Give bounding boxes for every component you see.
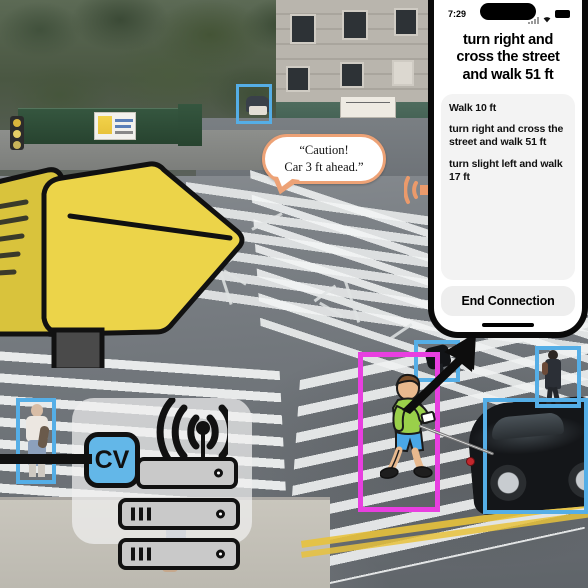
caution-speech-bubble: “Caution! Car 3 ft ahead.” bbox=[262, 134, 386, 197]
street-sign-post bbox=[178, 104, 202, 146]
white-cane-tip bbox=[466, 457, 475, 466]
building-window bbox=[340, 62, 364, 88]
dynamic-island bbox=[480, 3, 536, 20]
navigation-instruction-title: turn right and cross the street and walk… bbox=[456, 32, 560, 83]
server-rack-1 bbox=[136, 457, 238, 489]
camera-to-cv-link bbox=[0, 454, 92, 464]
traffic-light bbox=[10, 116, 24, 150]
building-window bbox=[290, 14, 316, 44]
parking-regulation-sign bbox=[94, 112, 136, 140]
cv-module-chip[interactable]: CV bbox=[84, 432, 140, 488]
navigation-step: turn slight left and walk 17 ft bbox=[449, 157, 563, 183]
detection-box-pedestrian-left[interactable] bbox=[16, 398, 56, 484]
server-rack-2 bbox=[118, 498, 240, 530]
traffic-camera-illustration bbox=[0, 158, 260, 373]
construction-sign bbox=[340, 96, 396, 118]
phone-status-bar: 7:29 bbox=[434, 0, 582, 24]
phone-screen: 7:29 turn right and cross the street and… bbox=[434, 0, 582, 332]
battery-icon bbox=[555, 10, 570, 18]
bubble-line-2: Car 3 ft ahead.” bbox=[284, 160, 364, 174]
building-window bbox=[342, 10, 368, 40]
smartphone-mockup: 7:29 turn right and cross the street and… bbox=[428, 0, 588, 338]
server-rack-3 bbox=[118, 538, 240, 570]
detection-box-vehicle-top[interactable] bbox=[236, 84, 272, 124]
detection-box-car-right[interactable] bbox=[483, 398, 588, 514]
status-time: 7:29 bbox=[448, 9, 467, 19]
cv-chip-label: CV bbox=[94, 445, 130, 474]
home-indicator[interactable] bbox=[482, 323, 534, 327]
navigation-step: turn right and cross the street and walk… bbox=[449, 123, 564, 149]
end-connection-button[interactable]: End Connection bbox=[441, 286, 575, 316]
bubble-line-1: “Caution! bbox=[299, 143, 349, 158]
building-window bbox=[286, 66, 310, 92]
navigation-steps-card: Walk 10 ft turn right and cross the stre… bbox=[441, 94, 575, 280]
navigation-step: Walk 10 ft bbox=[449, 102, 497, 115]
wifi-icon bbox=[542, 10, 552, 23]
air-conditioner bbox=[392, 60, 414, 86]
building-window bbox=[394, 8, 418, 36]
figure-root: “Caution! Car 3 ft ahead.” CV 7:29 turn … bbox=[0, 0, 588, 588]
pointer-arrow-icon bbox=[398, 330, 482, 414]
